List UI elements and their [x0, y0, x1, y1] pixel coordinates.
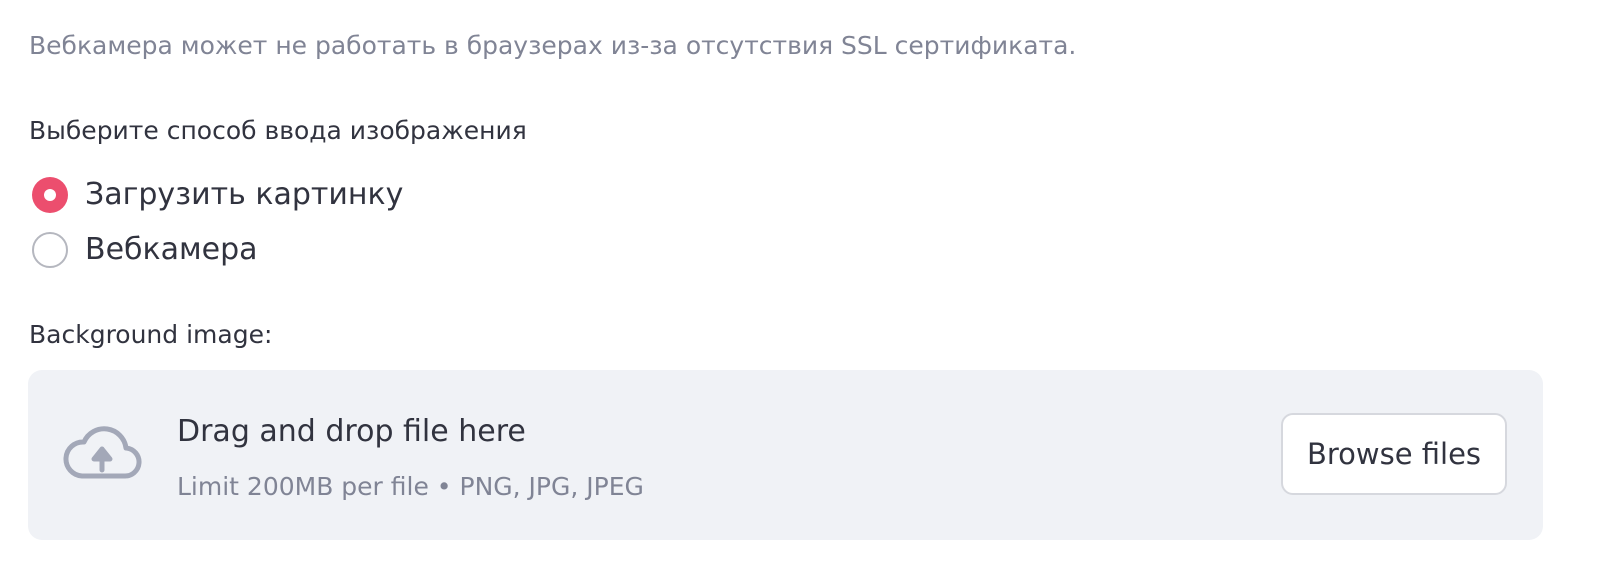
file-uploader-label: Background image:: [29, 320, 273, 349]
file-dropzone[interactable]: Drag and drop file here Limit 200MB per …: [28, 370, 1543, 540]
cloud-upload-icon: [63, 426, 142, 479]
input-method-label: Выберите способ ввода изображения: [29, 116, 527, 145]
app-page: Вебкамера может не работать в браузерах …: [0, 0, 1604, 574]
ssl-warning-caption: Вебкамера может не работать в браузерах …: [29, 31, 1077, 60]
radio-button-checked[interactable]: [32, 177, 68, 213]
dropzone-title: Drag and drop file here: [177, 414, 526, 449]
radio-button-unchecked[interactable]: [32, 232, 68, 268]
browse-files-button[interactable]: Browse files: [1281, 413, 1507, 495]
radio-option-upload[interactable]: Загрузить картинку: [32, 175, 403, 215]
radio-option-label: Вебкамера: [85, 232, 258, 267]
radio-option-label: Загрузить картинку: [85, 177, 404, 212]
radio-option-webcam[interactable]: Вебкамера: [32, 230, 258, 270]
dropzone-hint: Limit 200MB per file • PNG, JPG, JPEG: [177, 472, 644, 501]
